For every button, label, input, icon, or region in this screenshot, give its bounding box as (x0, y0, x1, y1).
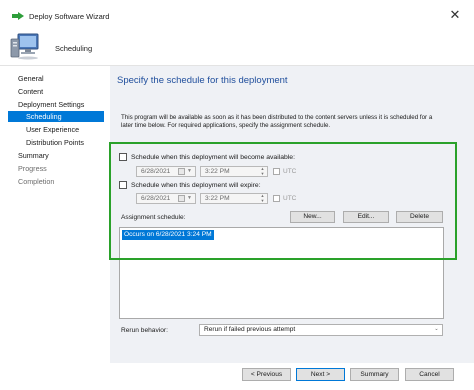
previous-button[interactable]: < Previous (242, 368, 291, 381)
rerun-behavior-select[interactable]: Rerun if failed previous attempt ⌄ (199, 324, 443, 336)
available-utc-label: UTC (283, 167, 297, 175)
expire-utc-checkbox[interactable] (273, 194, 280, 202)
expire-schedule-row[interactable]: Schedule when this deployment will expir… (119, 180, 261, 190)
rerun-behavior-label: Rerun behavior: (121, 327, 168, 334)
wizard-nav: General Content Deployment Settings Sche… (0, 66, 110, 363)
new-button[interactable]: New... (290, 211, 335, 223)
chevron-down-icon[interactable]: ⌄ (432, 326, 441, 333)
page-heading: Specify the schedule for this deployment (117, 75, 288, 86)
assignment-schedule-list[interactable]: Occurs on 6/28/2021 3:24 PM (119, 227, 444, 319)
wizard-header: Scheduling (0, 30, 474, 66)
available-date-field[interactable]: 6/28/2021 ▼ (136, 166, 196, 177)
expire-time-field[interactable]: 3:22 PM ▲ ▼ (200, 193, 268, 204)
nav-item-deployment-settings[interactable]: Deployment Settings (18, 99, 84, 110)
list-item[interactable]: Occurs on 6/28/2021 3:24 PM (122, 230, 214, 240)
main-panel: Specify the schedule for this deployment… (110, 66, 474, 363)
delete-button[interactable]: Delete (396, 211, 443, 223)
nav-item-user-experience[interactable]: User Experience (26, 124, 79, 135)
available-utc-checkbox[interactable] (273, 167, 280, 175)
expire-checkbox[interactable] (119, 181, 127, 189)
close-button[interactable]: ✕ (446, 8, 464, 24)
nav-item-scheduling[interactable]: Scheduling (8, 111, 104, 122)
time-spinner-icon[interactable]: ▲ ▼ (259, 166, 266, 176)
chevron-down-icon[interactable]: ▼ (185, 195, 194, 202)
available-utc-option[interactable]: UTC (273, 166, 296, 176)
nav-item-completion: Completion (18, 177, 55, 186)
step-title: Scheduling (55, 44, 93, 53)
rerun-behavior-value: Rerun if failed previous attempt (204, 326, 296, 333)
expire-checkbox-label: Schedule when this deployment will expir… (131, 181, 261, 189)
expire-utc-label: UTC (283, 194, 297, 202)
nav-item-content[interactable]: Content (18, 86, 43, 97)
available-checkbox-label: Schedule when this deployment will becom… (131, 153, 295, 161)
page-description: This program will be available as soon a… (121, 114, 433, 129)
expire-date-value: 6/28/2021 (141, 195, 171, 202)
nav-item-progress: Progress (18, 164, 47, 173)
title-bar: Deploy Software Wizard ✕ (0, 0, 474, 30)
computer-icon (10, 33, 39, 60)
next-button[interactable]: Next > (296, 368, 345, 381)
expire-utc-option[interactable]: UTC (273, 193, 296, 203)
chevron-down-icon[interactable]: ▼ (185, 168, 194, 175)
cancel-button[interactable]: Cancel (405, 368, 454, 381)
expire-time-value: 3:22 PM (205, 195, 230, 202)
window-title: Deploy Software Wizard (29, 12, 110, 21)
calendar-icon[interactable] (178, 168, 185, 175)
edit-button[interactable]: Edit... (343, 211, 389, 223)
expire-date-field[interactable]: 6/28/2021 ▼ (136, 193, 196, 204)
nav-item-distribution-points[interactable]: Distribution Points (26, 137, 84, 148)
available-time-value: 3:22 PM (205, 168, 230, 175)
available-time-field[interactable]: 3:22 PM ▲ ▼ (200, 166, 268, 177)
calendar-icon[interactable] (178, 195, 185, 202)
wizard-footer: < Previous Next > Summary Cancel (0, 363, 474, 390)
summary-button[interactable]: Summary (350, 368, 399, 381)
available-date-value: 6/28/2021 (141, 168, 171, 175)
available-checkbox[interactable] (119, 153, 127, 161)
assignment-schedule-label: Assignment schedule: (121, 214, 186, 221)
wizard-arrow-icon (12, 12, 24, 20)
nav-item-general[interactable]: General (18, 73, 44, 84)
nav-item-summary[interactable]: Summary (18, 150, 49, 161)
available-schedule-row[interactable]: Schedule when this deployment will becom… (119, 152, 295, 162)
time-spinner-icon[interactable]: ▲ ▼ (259, 193, 266, 203)
